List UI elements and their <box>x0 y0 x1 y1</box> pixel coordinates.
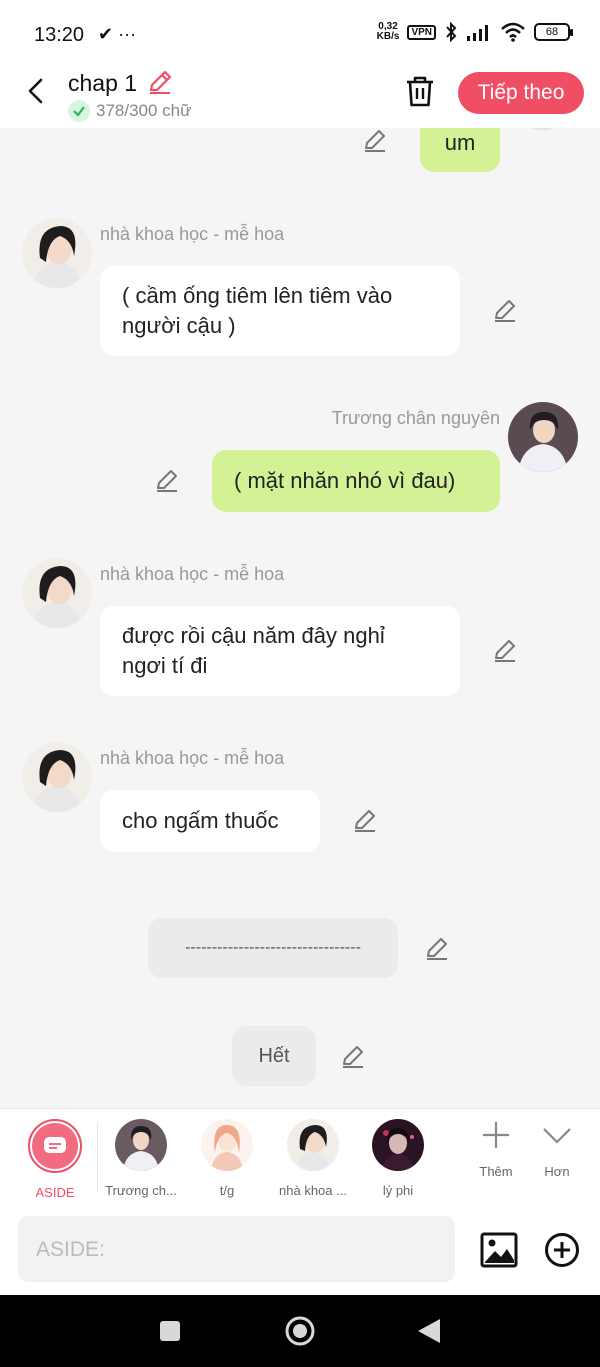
message-bubble[interactable]: ( cầm ống tiêm lên tiêm vào người cậu ) <box>100 266 460 356</box>
bluetooth-icon <box>446 22 457 42</box>
editor-header: chap 1 378/300 chữ Tiếp theo <box>0 60 600 128</box>
status-notification-icons: ✔ ··· <box>98 24 137 44</box>
expand-button[interactable]: Hơn <box>527 1119 587 1179</box>
character-name: nhà khoa học - mễ hoa <box>100 224 285 244</box>
check-icon <box>68 100 90 122</box>
network-speed: 0,32 KB/s <box>376 21 400 42</box>
next-button[interactable]: Tiếp theo <box>458 72 584 114</box>
avatar[interactable] <box>508 402 578 472</box>
plus-icon <box>483 1122 509 1148</box>
edit-message-icon[interactable] <box>492 298 518 324</box>
add-character-button[interactable]: Thêm <box>466 1119 526 1179</box>
character-label: nhà khoa ... <box>279 1183 347 1198</box>
edit-message-icon[interactable] <box>492 638 518 664</box>
word-count: 378/300 chữ <box>68 100 192 122</box>
aside-avatar <box>28 1119 82 1173</box>
status-time: 13:20 <box>34 24 85 46</box>
chat-area: um nhà khoa học - mễ hoa ( cầm ống tiêm … <box>0 128 600 1108</box>
back-icon[interactable] <box>416 1317 442 1345</box>
character-item[interactable]: lý phi <box>353 1119 443 1198</box>
add-circle-icon[interactable] <box>544 1232 580 1268</box>
edit-message-icon[interactable] <box>362 128 388 154</box>
avatar <box>115 1119 167 1171</box>
message-text-line: được rồi cậu năm đây nghỉ <box>122 623 385 648</box>
wifi-icon <box>501 22 525 42</box>
avatar <box>201 1119 253 1171</box>
input-bar: ASIDE: <box>0 1206 600 1295</box>
edit-message-icon[interactable] <box>154 468 180 494</box>
character-item[interactable]: t/g <box>182 1119 272 1198</box>
edit-message-icon[interactable] <box>340 1044 366 1070</box>
character-label: lý phi <box>382 1183 414 1198</box>
image-icon[interactable] <box>480 1232 518 1268</box>
aside-text: Hết <box>258 1045 290 1067</box>
message-text: ( mặt nhăn nhó vì đau) <box>234 468 456 493</box>
character-item[interactable]: nhà khoa ... <box>268 1119 358 1198</box>
avatar[interactable] <box>508 128 578 130</box>
recent-apps-icon[interactable] <box>158 1319 182 1343</box>
character-label: t/g <box>219 1183 235 1198</box>
vpn-icon: VPN <box>407 24 436 40</box>
character-label: Trương ch... <box>105 1183 177 1198</box>
message-bubble[interactable]: um <box>420 128 500 172</box>
message-bubble[interactable]: cho ngấm thuốc <box>100 790 320 852</box>
avatar[interactable] <box>22 742 92 812</box>
avatar <box>287 1119 339 1171</box>
edit-message-icon[interactable] <box>424 936 450 962</box>
edit-title-icon[interactable] <box>146 68 174 96</box>
character-item[interactable]: Trương ch... <box>96 1119 186 1198</box>
battery-icon: 68 <box>534 23 573 41</box>
aside-bubble[interactable]: Hết <box>232 1026 316 1086</box>
character-label: ASIDE <box>35 1185 75 1200</box>
character-aside[interactable]: ASIDE <box>10 1119 100 1200</box>
message-icon <box>44 1137 66 1153</box>
status-right-icons: 0,32 KB/s VPN 68 <box>376 21 573 42</box>
avatar[interactable] <box>22 218 92 288</box>
message-input[interactable]: ASIDE: <box>18 1216 455 1282</box>
word-count-text: 378/300 chữ <box>96 101 192 120</box>
back-arrow-icon[interactable] <box>22 76 52 106</box>
chevron-down-icon <box>543 1128 571 1144</box>
character-name: Trương chân nguyên <box>331 408 500 428</box>
avatar[interactable] <box>22 558 92 628</box>
add-character-label: Thêm <box>479 1164 513 1179</box>
message-text-line: người cậu ) <box>122 313 236 338</box>
expand-label: Hơn <box>544 1164 570 1179</box>
message-bubble[interactable]: ( mặt nhăn nhó vì đau) <box>212 450 500 512</box>
aside-bubble[interactable]: --------------------------------- <box>148 918 398 978</box>
signal-icon <box>467 25 488 41</box>
home-icon[interactable] <box>284 1315 316 1347</box>
message-bubble[interactable]: được rồi cậu năm đây nghỉ ngơi tí đi <box>100 606 460 696</box>
trash-icon[interactable] <box>404 74 436 108</box>
message-text: cho ngấm thuốc <box>122 808 279 833</box>
character-name: nhà khoa học - mễ hoa <box>100 564 285 584</box>
system-nav-bar <box>0 1295 600 1367</box>
aside-text: --------------------------------- <box>185 939 361 956</box>
edit-message-icon[interactable] <box>352 808 378 834</box>
message-text: um <box>444 130 476 155</box>
message-text-line: ( cầm ống tiêm lên tiêm vào <box>122 283 393 308</box>
character-name: nhà khoa học - mễ hoa <box>100 748 285 768</box>
message-text-line: ngơi tí đi <box>122 653 208 678</box>
character-selector: ASIDE Trương ch... t/g nhà khoa ... lý p… <box>0 1108 600 1206</box>
avatar <box>372 1119 424 1171</box>
chapter-title: chap 1 <box>68 70 138 96</box>
